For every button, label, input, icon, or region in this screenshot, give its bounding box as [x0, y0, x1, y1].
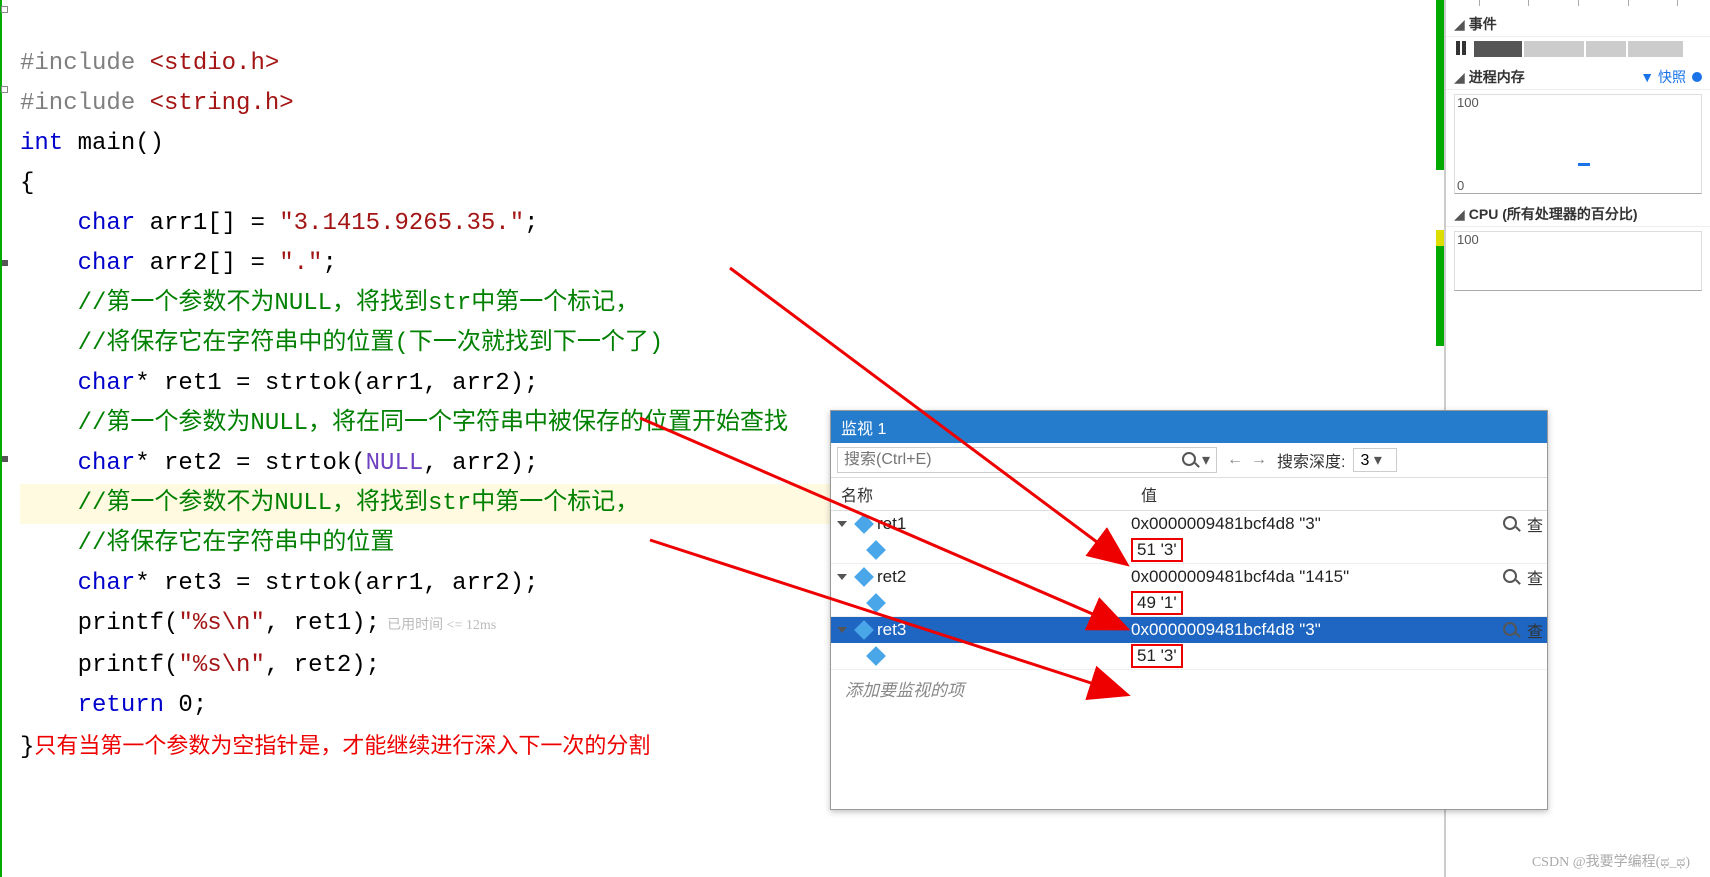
variable-value: 0x0000009481bcf4d8 "3" — [1131, 514, 1321, 534]
variable-child-value: 51 '3' — [1131, 644, 1183, 668]
expand-icon[interactable] — [837, 521, 847, 527]
variable-child-value: 49 '1' — [1131, 591, 1183, 615]
disclosure-icon[interactable]: ◢ — [1454, 16, 1465, 33]
cpu-section[interactable]: ◢ CPU (所有处理器的百分比) — [1446, 202, 1710, 227]
depth-label: 搜索深度: — [1277, 448, 1345, 472]
fold-marker[interactable] — [1, 6, 8, 13]
watch-row[interactable]: ret2 0x0000009481bcf4da "1415" 查 — [831, 564, 1547, 590]
watch-title[interactable]: 监视 1 — [831, 411, 1547, 443]
brace: } — [20, 734, 34, 761]
watch-search-box[interactable]: ▾ — [837, 447, 1217, 473]
watch-child-row[interactable]: 49 '1' — [831, 590, 1547, 616]
search-dropdown-icon[interactable]: ▾ — [1202, 450, 1210, 470]
depth-select[interactable]: 3 ▾ — [1353, 448, 1396, 472]
variable-name: ret2 — [877, 567, 906, 587]
add-watch-placeholder[interactable]: 添加要监视的项 — [831, 670, 1547, 707]
section-title: 进程内存 — [1469, 67, 1525, 87]
search-icon[interactable] — [1503, 622, 1519, 638]
comment: //第一个参数为NULL，将在同一个字符串中被保存的位置开始查找 — [78, 410, 788, 437]
comment: //将保存它在字符串中的位置(下一次就找到下一个了) — [78, 330, 664, 357]
expand-icon[interactable] — [837, 627, 847, 633]
axis-label: 100 — [1457, 232, 1479, 247]
snapshot-marker-icon: ▼ — [1640, 69, 1654, 85]
variable-value: 0x0000009481bcf4d8 "3" — [1131, 620, 1321, 640]
search-icon[interactable] — [1503, 569, 1519, 585]
variable-value: 0x0000009481bcf4da "1415" — [1131, 567, 1349, 587]
record-icon[interactable] — [1692, 72, 1702, 82]
fold-marker[interactable] — [1, 86, 8, 93]
view-button[interactable]: 查 — [1523, 618, 1547, 642]
watch-variable-ret2[interactable]: ret2 0x0000009481bcf4da "1415" 查 49 '1' — [831, 564, 1547, 617]
annotation-note: 只有当第一个参数为空指针是，才能继续进行深入下一次的分割 — [34, 733, 650, 758]
prev-result-button[interactable]: ← — [1225, 451, 1245, 469]
watch-child-row[interactable]: 51 '3' — [831, 643, 1547, 669]
brace: { — [20, 170, 34, 197]
left-gutter — [0, 0, 8, 877]
watch-window[interactable]: 监视 1 ▾ ← → 搜索深度: 3 ▾ 名称 值 ret1 0x00000094… — [830, 410, 1548, 810]
watch-variable-ret3[interactable]: ret3 0x0000009481bcf4d8 "3" 查 51 '3' — [831, 617, 1547, 670]
watch-variable-ret1[interactable]: ret1 0x0000009481bcf4d8 "3" 查 51 '3' — [831, 511, 1547, 564]
col-value[interactable]: 值 — [1131, 478, 1547, 510]
variable-name: ret3 — [877, 620, 906, 640]
section-title: CPU (所有处理器的百分比) — [1469, 204, 1638, 224]
watch-grid[interactable]: 名称 值 ret10x0000009481bcf4d8 "3"查51 '3're… — [831, 478, 1547, 809]
comment: //第一个参数不为NULL，将找到str中第一个标记， — [78, 490, 640, 517]
search-icon[interactable] — [1503, 516, 1519, 532]
search-icon[interactable] — [1182, 452, 1198, 468]
comment: //将保存它在字符串中的位置 — [78, 530, 395, 557]
watch-row[interactable]: ret3 0x0000009481bcf4d8 "3" 查 — [831, 617, 1547, 643]
search-nav: ← → — [1225, 451, 1269, 469]
gutter-marker — [2, 260, 8, 266]
view-button[interactable]: 查 — [1523, 512, 1547, 536]
cpu-chart[interactable]: 100 — [1454, 231, 1702, 291]
disclosure-icon[interactable]: ◢ — [1454, 206, 1465, 223]
variable-icon — [869, 596, 883, 610]
variable-icon — [857, 570, 871, 584]
comment: //第一个参数不为NULL，将找到str中第一个标记， — [78, 290, 640, 317]
chevron-down-icon: ▾ — [1374, 452, 1382, 469]
keyword: int — [20, 130, 63, 157]
axis-label: 0 — [1457, 178, 1464, 193]
snapshot-button[interactable]: 快照 — [1658, 69, 1686, 85]
variable-icon — [857, 517, 871, 531]
expand-icon[interactable] — [837, 574, 847, 580]
watch-row[interactable]: ret1 0x0000009481bcf4d8 "3" 查 — [831, 511, 1547, 537]
watermark: CSDN @我要学编程(ಥ_ಥ) — [1532, 851, 1690, 871]
section-title: 事件 — [1469, 14, 1497, 34]
variable-child-value: 51 '3' — [1131, 538, 1183, 562]
variable-name: ret1 — [877, 514, 906, 534]
header-name: <stdio.h> — [150, 50, 280, 77]
pause-icon — [1454, 41, 1468, 55]
variable-icon — [869, 543, 883, 557]
next-result-button[interactable]: → — [1249, 451, 1269, 469]
events-section[interactable]: ◢ 事件 — [1446, 12, 1710, 37]
perf-hint[interactable]: 已用时间 <= 12ms — [380, 618, 496, 633]
variable-icon — [869, 649, 883, 663]
axis-label: 100 — [1457, 95, 1479, 110]
col-name[interactable]: 名称 — [831, 478, 1131, 510]
chart-marker — [1578, 163, 1590, 166]
preprocessor: #include — [20, 50, 150, 77]
gutter-marker — [2, 456, 8, 462]
events-bar — [1454, 41, 1702, 57]
code-text: main() — [63, 130, 164, 157]
procmem-chart[interactable]: 100 0 — [1454, 94, 1702, 194]
header-name: <string.h> — [150, 90, 294, 117]
preprocessor: #include — [20, 90, 150, 117]
watch-child-row[interactable]: 51 '3' — [831, 537, 1547, 563]
watch-toolbar: ▾ ← → 搜索深度: 3 ▾ — [831, 443, 1547, 478]
procmem-section[interactable]: ◢ 进程内存 ▼ 快照 — [1446, 65, 1710, 90]
timeline-ticks — [1454, 0, 1702, 8]
watch-header-row: 名称 值 — [831, 478, 1547, 511]
view-button[interactable]: 查 — [1523, 565, 1547, 589]
watch-search-input[interactable] — [844, 451, 1182, 469]
disclosure-icon[interactable]: ◢ — [1454, 69, 1465, 86]
variable-icon — [857, 623, 871, 637]
